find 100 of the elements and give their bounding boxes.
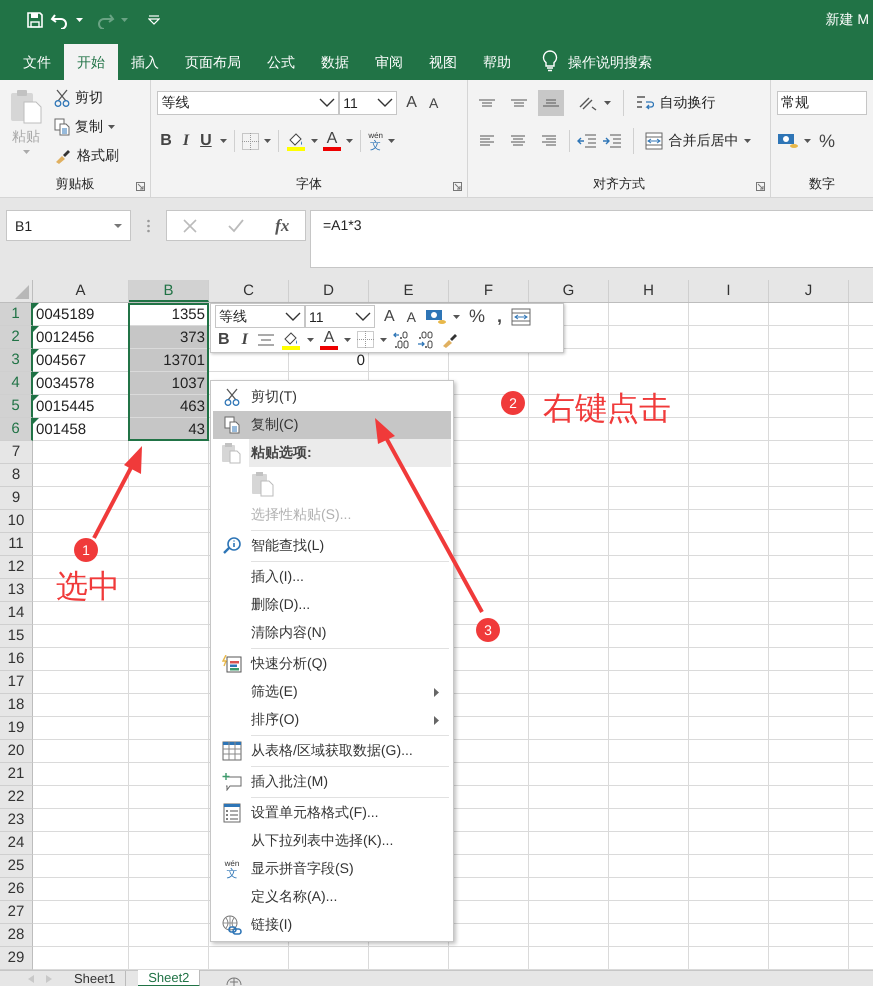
ribbon-tab[interactable]: 文件 [10, 44, 64, 80]
error-indicator-icon[interactable] [33, 326, 39, 332]
row-header[interactable]: 20 [0, 740, 33, 763]
caret-icon[interactable] [76, 18, 83, 22]
menu-item[interactable]: 从下拉列表中选择(K)... [213, 827, 451, 855]
row-header[interactable]: 4 [0, 372, 33, 395]
column-header[interactable]: J [769, 280, 849, 302]
column-header[interactable]: E [369, 280, 449, 302]
name-box[interactable]: B1 [6, 210, 131, 241]
caret-icon[interactable] [604, 101, 611, 105]
error-indicator-icon[interactable] [33, 372, 39, 378]
font-color-button[interactable]: A [322, 131, 342, 151]
column-header[interactable]: I [689, 280, 769, 302]
row-header[interactable]: 8 [0, 464, 33, 487]
wrap-text-button[interactable]: 自动换行 [636, 94, 716, 112]
percent-button[interactable]: % [466, 306, 488, 327]
column-header[interactable]: F [449, 280, 529, 302]
row-header[interactable]: 18 [0, 694, 33, 717]
caret-icon[interactable] [346, 139, 354, 143]
comma-style-button[interactable]: , [494, 306, 506, 327]
shrink-font-button[interactable]: A [426, 95, 442, 111]
row-header[interactable]: 10 [0, 510, 33, 533]
grow-font-button[interactable]: A [403, 94, 420, 112]
menu-item[interactable]: 快速分析(Q) [213, 650, 451, 678]
row-header[interactable]: 3 [0, 349, 33, 372]
caret-icon[interactable] [220, 139, 227, 143]
menu-item[interactable]: 清除内容(N) [213, 619, 451, 647]
font-size-combobox[interactable]: 11 [339, 91, 398, 115]
center-align-icon[interactable] [256, 334, 275, 346]
row-header[interactable]: 5 [0, 395, 33, 418]
tell-me-search[interactable]: 操作说明搜索 [568, 44, 652, 80]
font-name-combobox[interactable]: 等线 [215, 305, 305, 328]
horizontal-align-icon[interactable] [540, 134, 558, 148]
column-header[interactable]: B [129, 280, 209, 302]
row-header[interactable]: 7 [0, 441, 33, 464]
caret-icon[interactable] [344, 338, 352, 342]
ribbon-tab[interactable]: 插入 [118, 44, 172, 80]
menu-item[interactable]: 插入批注(M) [213, 768, 451, 796]
row-header[interactable]: 12 [0, 556, 33, 579]
column-header[interactable]: H [609, 280, 689, 302]
fill-color-icon[interactable] [286, 131, 306, 151]
text-orientation-icon[interactable] [578, 95, 598, 111]
row-header[interactable]: 29 [0, 947, 33, 970]
ribbon-tab[interactable]: 公式 [254, 44, 308, 80]
ribbon-tab[interactable]: 帮助 [470, 44, 524, 80]
row-header[interactable]: 23 [0, 809, 33, 832]
menu-item[interactable]: 定义名称(A)... [213, 883, 451, 911]
menu-item[interactable]: 剪切(T) [213, 383, 451, 411]
row-header[interactable]: 16 [0, 648, 33, 671]
caret-icon[interactable] [310, 139, 318, 143]
merge-cells-icon[interactable] [511, 308, 532, 326]
row-header[interactable]: 15 [0, 625, 33, 648]
error-indicator-icon[interactable] [33, 349, 39, 355]
borders-icon[interactable] [357, 331, 374, 348]
customize-toolbar-icon[interactable] [148, 15, 160, 25]
row-header[interactable]: 28 [0, 924, 33, 947]
phonetic-guide-icon[interactable]: wén 文 [368, 130, 384, 152]
menu-item[interactable]: 链接(I) [213, 911, 451, 939]
row-header[interactable]: 6 [0, 418, 33, 441]
increase-indent-icon[interactable] [602, 133, 622, 149]
font-name-combobox[interactable]: 等线 [157, 91, 340, 115]
row-header[interactable]: 21 [0, 763, 33, 786]
formula-input[interactable]: =A1*3 [310, 210, 873, 268]
ribbon-tab[interactable]: 页面布局 [172, 44, 254, 80]
row-header[interactable]: 24 [0, 832, 33, 855]
ribbon-tab[interactable]: 开始 [64, 44, 118, 80]
percent-button[interactable]: % [816, 130, 838, 152]
row-header[interactable]: 9 [0, 487, 33, 510]
horizontal-align-icon[interactable] [508, 134, 527, 148]
column-header[interactable]: D [289, 280, 369, 302]
caret-icon[interactable] [453, 314, 460, 318]
bold-button[interactable]: B [157, 132, 175, 150]
vertical-align-button[interactable] [538, 90, 564, 116]
currency-icon[interactable] [776, 132, 799, 150]
row-header[interactable]: 13 [0, 579, 33, 602]
horizontal-align-icon[interactable] [478, 134, 496, 148]
italic-button[interactable]: I [238, 330, 251, 348]
grow-font-button[interactable]: A [381, 308, 398, 326]
cut-button[interactable]: 剪切 [54, 86, 119, 109]
row-header[interactable]: 19 [0, 717, 33, 740]
italic-button[interactable]: I [180, 132, 192, 150]
row-header[interactable]: 1 [0, 303, 33, 326]
menu-item[interactable]: 排序(O) [213, 706, 451, 734]
copy-button[interactable]: 复制 [54, 115, 119, 138]
menu-item[interactable]: 智能查找(L) [213, 532, 451, 560]
column-header[interactable]: C [209, 280, 289, 302]
sheet-tab[interactable]: Sheet2 [138, 970, 200, 986]
ribbon-tab[interactable]: 视图 [416, 44, 470, 80]
save-icon[interactable] [26, 11, 44, 29]
row-header[interactable]: 26 [0, 878, 33, 901]
row-header[interactable]: 2 [0, 326, 33, 349]
borders-icon[interactable] [242, 132, 259, 150]
caret-icon[interactable] [804, 139, 811, 143]
row-header[interactable]: 14 [0, 602, 33, 625]
format-painter-button[interactable]: 格式刷 [54, 144, 119, 167]
paintbrush-icon[interactable] [441, 332, 460, 348]
check-icon[interactable] [228, 218, 244, 232]
row-header[interactable]: 22 [0, 786, 33, 809]
error-indicator-icon[interactable] [33, 395, 39, 401]
caret-icon[interactable] [744, 139, 751, 143]
